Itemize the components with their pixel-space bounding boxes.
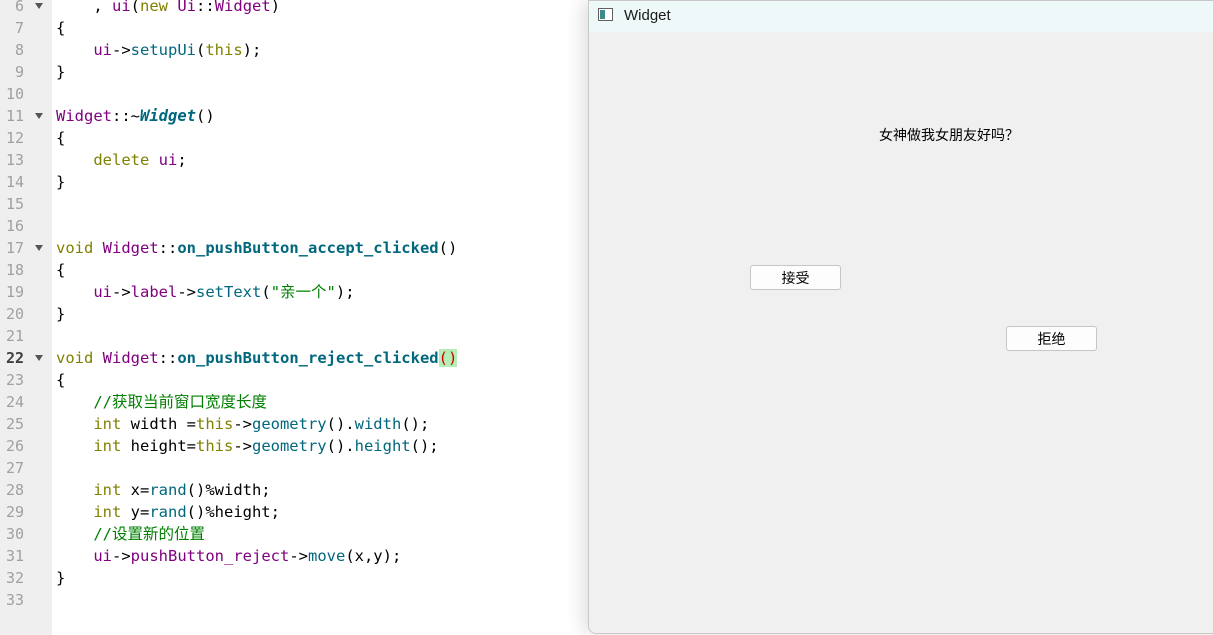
code-line[interactable]: 20}	[0, 303, 590, 325]
code-line[interactable]: 14}	[0, 171, 590, 193]
code-line[interactable]: 26 int height=this->geometry().height();	[0, 435, 590, 457]
accept-button[interactable]: 接受	[750, 265, 841, 290]
line-number: 23	[5, 371, 24, 389]
line-number: 22	[5, 349, 24, 367]
line-number: 10	[5, 85, 24, 103]
code-text: void Widget::on_pushButton_reject_clicke…	[56, 349, 458, 367]
code-text: }	[56, 305, 66, 323]
line-number: 12	[5, 129, 24, 147]
code-line[interactable]: 19 ui->label->setText("亲一个");	[0, 281, 590, 303]
line-number: 6	[14, 0, 24, 15]
line-number: 20	[5, 305, 24, 323]
line-number: 32	[5, 569, 24, 587]
widget-window[interactable]: Widget 女神做我女朋友好吗？ 接受 拒绝	[588, 0, 1213, 634]
code-text: //设置新的位置	[93, 525, 205, 543]
code-line[interactable]: 13 delete ui;	[0, 149, 590, 171]
code-line[interactable]: 16	[0, 215, 590, 237]
code-text: Widget::~Widget()	[56, 107, 215, 125]
fold-arrow-icon[interactable]	[35, 245, 43, 251]
code-line[interactable]: 21	[0, 325, 590, 347]
code-text: ui->setupUi(this);	[93, 41, 262, 59]
code-line[interactable]: 22 void Widget::on_pushButton_reject_clic…	[0, 347, 590, 369]
fold-arrow-icon[interactable]	[35, 3, 43, 9]
code-line[interactable]: 32}	[0, 567, 590, 589]
code-line[interactable]: 7{	[0, 17, 590, 39]
line-number: 24	[5, 393, 24, 411]
fold-arrow-icon[interactable]	[35, 355, 43, 361]
line-number: 19	[5, 283, 24, 301]
line-number: 14	[5, 173, 24, 191]
code-text: void Widget::on_pushButton_accept_clicke…	[56, 239, 458, 257]
code-text: }	[56, 569, 66, 587]
code-line[interactable]: 27	[0, 457, 590, 479]
reject-button[interactable]: 拒绝	[1006, 326, 1097, 351]
line-number: 31	[5, 547, 24, 565]
code-line[interactable]: 17 void Widget::on_pushButton_accept_clic…	[0, 237, 590, 259]
code-line[interactable]: 12 {	[0, 127, 590, 149]
code-line[interactable]: 11 Widget::~Widget()	[0, 105, 590, 127]
code-text: , ui(new Ui::Widget)	[56, 0, 281, 15]
code-text: }	[56, 173, 66, 191]
code-line[interactable]: 30 //设置新的位置	[0, 523, 590, 545]
line-number: 16	[5, 217, 24, 235]
code-line[interactable]: 23 {	[0, 369, 590, 391]
line-number: 30	[5, 525, 24, 543]
code-text: {	[56, 19, 66, 37]
code-text: {	[56, 371, 66, 389]
line-number: 8	[14, 41, 24, 59]
line-number: 18	[5, 261, 24, 279]
code-line[interactable]: 10	[0, 83, 590, 105]
code-text: delete ui;	[93, 151, 187, 169]
code-line[interactable]: 8 ui->setupUi(this);	[0, 39, 590, 61]
code-line[interactable]: 24 //获取当前窗口宽度长度	[0, 391, 590, 413]
code-line[interactable]: 28 int x=rand()%width;	[0, 479, 590, 501]
code-text: }	[56, 63, 66, 81]
code-line[interactable]: 25 int width =this->geometry().width();	[0, 413, 590, 435]
code-text: int height=this->geometry().height();	[93, 437, 439, 455]
code-line[interactable]: 6 , ui(new Ui::Widget)	[0, 0, 590, 17]
code-line[interactable]: 9}	[0, 61, 590, 83]
line-number: 27	[5, 459, 24, 477]
code-text: {	[56, 261, 66, 279]
question-label: 女神做我女朋友好吗？	[879, 127, 1019, 143]
code-line[interactable]: 15	[0, 193, 590, 215]
code-editor[interactable]: 6 , ui(new Ui::Widget) 7{8 ui->setupUi(th…	[0, 0, 590, 635]
line-number: 17	[5, 239, 24, 257]
code-text: ui->pushButton_reject->move(x,y);	[93, 547, 402, 565]
code-line[interactable]: 33	[0, 589, 590, 611]
line-number: 13	[5, 151, 24, 169]
window-icon	[598, 8, 613, 21]
code-line[interactable]: 18 {	[0, 259, 590, 281]
code-text: ui->label->setText("亲一个");	[93, 283, 355, 301]
window-titlebar[interactable]: Widget	[589, 1, 1213, 32]
window-title: Widget	[624, 7, 671, 24]
line-number: 28	[5, 481, 24, 499]
line-number: 21	[5, 327, 24, 345]
fold-arrow-icon[interactable]	[35, 113, 43, 119]
code-line[interactable]: 31 ui->pushButton_reject->move(x,y);	[0, 545, 590, 567]
line-number: 26	[5, 437, 24, 455]
line-number: 15	[5, 195, 24, 213]
code-text: int y=rand()%height;	[93, 503, 280, 521]
code-text: //获取当前窗口宽度长度	[93, 393, 267, 411]
code-area[interactable]: 6 , ui(new Ui::Widget) 7{8 ui->setupUi(th…	[0, 0, 590, 635]
code-text: int width =this->geometry().width();	[93, 415, 430, 433]
line-number: 11	[5, 107, 24, 125]
line-number: 29	[5, 503, 24, 521]
code-text: int x=rand()%width;	[93, 481, 271, 499]
line-number: 7	[14, 19, 24, 37]
code-text: {	[56, 129, 66, 147]
line-number: 25	[5, 415, 24, 433]
line-number: 9	[14, 63, 24, 81]
code-line[interactable]: 29 int y=rand()%height;	[0, 501, 590, 523]
line-number: 33	[5, 591, 24, 609]
